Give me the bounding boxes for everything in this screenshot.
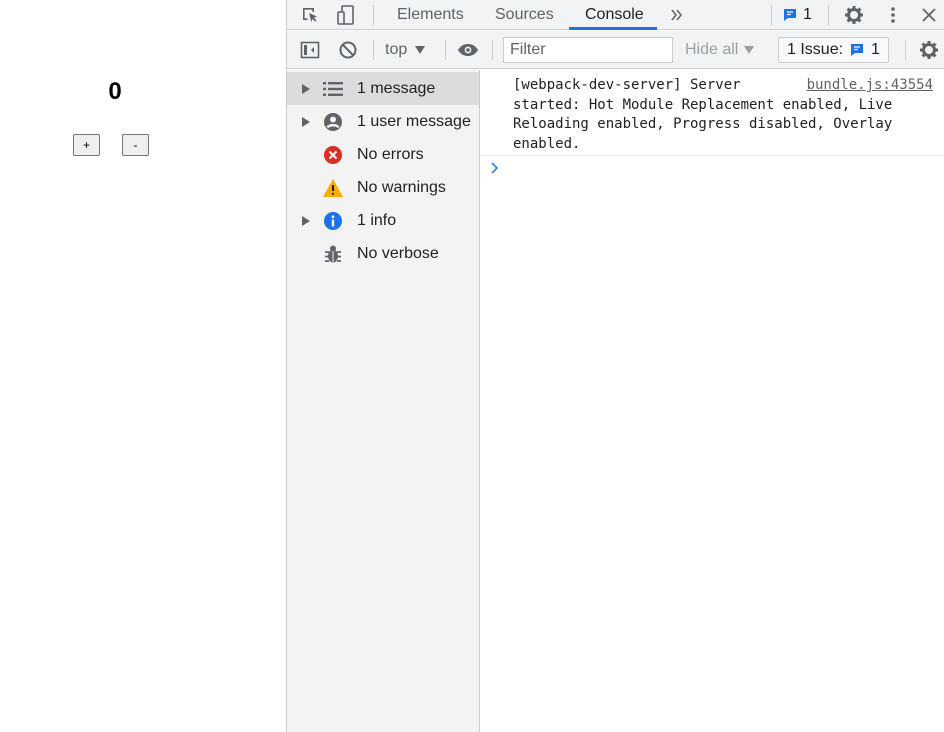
inspect-element-icon[interactable] xyxy=(297,0,323,30)
context-selector[interactable]: top xyxy=(385,31,426,69)
console-toolbar: top Hide all 1 Issue: 1 xyxy=(287,31,944,69)
tab-sources[interactable]: Sources xyxy=(495,0,554,30)
increment-button[interactable]: + xyxy=(73,134,100,156)
clear-console-icon[interactable] xyxy=(335,35,361,65)
sidebar-item-errors[interactable]: No errors xyxy=(287,138,479,171)
expand-arrow-icon[interactable] xyxy=(301,215,311,227)
tab-console[interactable]: Console xyxy=(585,0,644,30)
log-levels-label: Hide all xyxy=(685,41,739,58)
decrement-button[interactable]: - xyxy=(122,134,149,156)
console-message-body: bundle.js:43554 [webpack-dev-server] Serv… xyxy=(513,76,933,154)
message-source-link[interactable]: bundle.js:43554 xyxy=(807,76,933,96)
close-icon[interactable] xyxy=(919,0,939,30)
settings-gear-icon[interactable] xyxy=(841,0,867,30)
issues-label: 1 Issue: xyxy=(787,41,844,58)
filter-input[interactable] xyxy=(503,37,673,63)
sidebar-item-label: 1 user message xyxy=(357,112,471,130)
console-settings-gear-icon[interactable] xyxy=(917,35,941,65)
live-expression-eye-icon[interactable] xyxy=(453,35,483,65)
prompt-chevron-icon xyxy=(491,162,499,174)
sidebar-item-label: No verbose xyxy=(357,244,439,262)
console-output: bundle.js:43554 [webpack-dev-server] Serv… xyxy=(481,70,944,732)
message-icon xyxy=(784,9,797,21)
warning-icon xyxy=(323,178,343,198)
sidebar-item-messages[interactable]: 1 message xyxy=(287,72,479,105)
kebab-menu-icon[interactable] xyxy=(883,0,903,30)
app-pane: 0 + - xyxy=(0,0,286,732)
toolbar-separator xyxy=(445,40,446,60)
bug-icon xyxy=(323,244,343,264)
sidebar-item-label: No warnings xyxy=(357,178,446,196)
user-icon xyxy=(323,112,343,132)
toolbar-separator xyxy=(771,5,772,25)
messages-badge-count: 1 xyxy=(803,6,812,23)
tab-elements[interactable]: Elements xyxy=(397,0,464,30)
error-icon xyxy=(323,145,343,165)
toolbar-separator xyxy=(492,40,493,60)
dropdown-arrow-icon xyxy=(744,46,755,54)
toolbar-separator xyxy=(373,5,374,25)
toolbar-separator xyxy=(373,40,374,60)
dropdown-arrow-icon xyxy=(415,46,426,54)
sidebar-item-user-messages[interactable]: 1 user message xyxy=(287,105,479,138)
counter-value: 0 xyxy=(108,78,122,105)
active-tab-indicator xyxy=(569,27,657,30)
sidebar-item-verbose[interactable]: No verbose xyxy=(287,237,479,270)
more-tabs-icon[interactable] xyxy=(667,0,687,30)
issues-count: 1 xyxy=(871,41,880,58)
toolbar-separator xyxy=(828,5,829,25)
sidebar-item-warnings[interactable]: No warnings xyxy=(287,171,479,204)
list-icon xyxy=(323,79,343,99)
info-icon xyxy=(323,211,343,231)
sidebar-item-label: 1 info xyxy=(357,211,397,229)
devtools-tabbar: Elements Sources Console 1 xyxy=(287,0,944,30)
sidebar-item-label: 1 message xyxy=(357,79,436,97)
log-levels-dropdown[interactable]: Hide all xyxy=(685,31,755,69)
console-message: bundle.js:43554 [webpack-dev-server] Serv… xyxy=(481,70,944,156)
sidebar-item-label: No errors xyxy=(357,145,424,163)
console-sidebar: 1 message 1 user message No errors No wa… xyxy=(287,70,480,732)
context-label: top xyxy=(385,41,408,58)
toolbar-separator xyxy=(905,40,906,60)
sidebar-item-info[interactable]: 1 info xyxy=(287,204,479,237)
expand-arrow-icon[interactable] xyxy=(301,116,311,128)
console-prompt[interactable] xyxy=(491,162,499,178)
messages-badge[interactable]: 1 xyxy=(777,0,817,30)
issues-button[interactable]: 1 Issue: 1 xyxy=(778,37,889,63)
sidebar-toggle-icon[interactable] xyxy=(297,35,323,65)
expand-arrow-icon[interactable] xyxy=(301,83,311,95)
issue-message-icon xyxy=(851,44,864,56)
devtools-panel: Elements Sources Console 1 top Filter Hi… xyxy=(286,0,944,732)
device-toolbar-icon[interactable] xyxy=(333,0,359,30)
